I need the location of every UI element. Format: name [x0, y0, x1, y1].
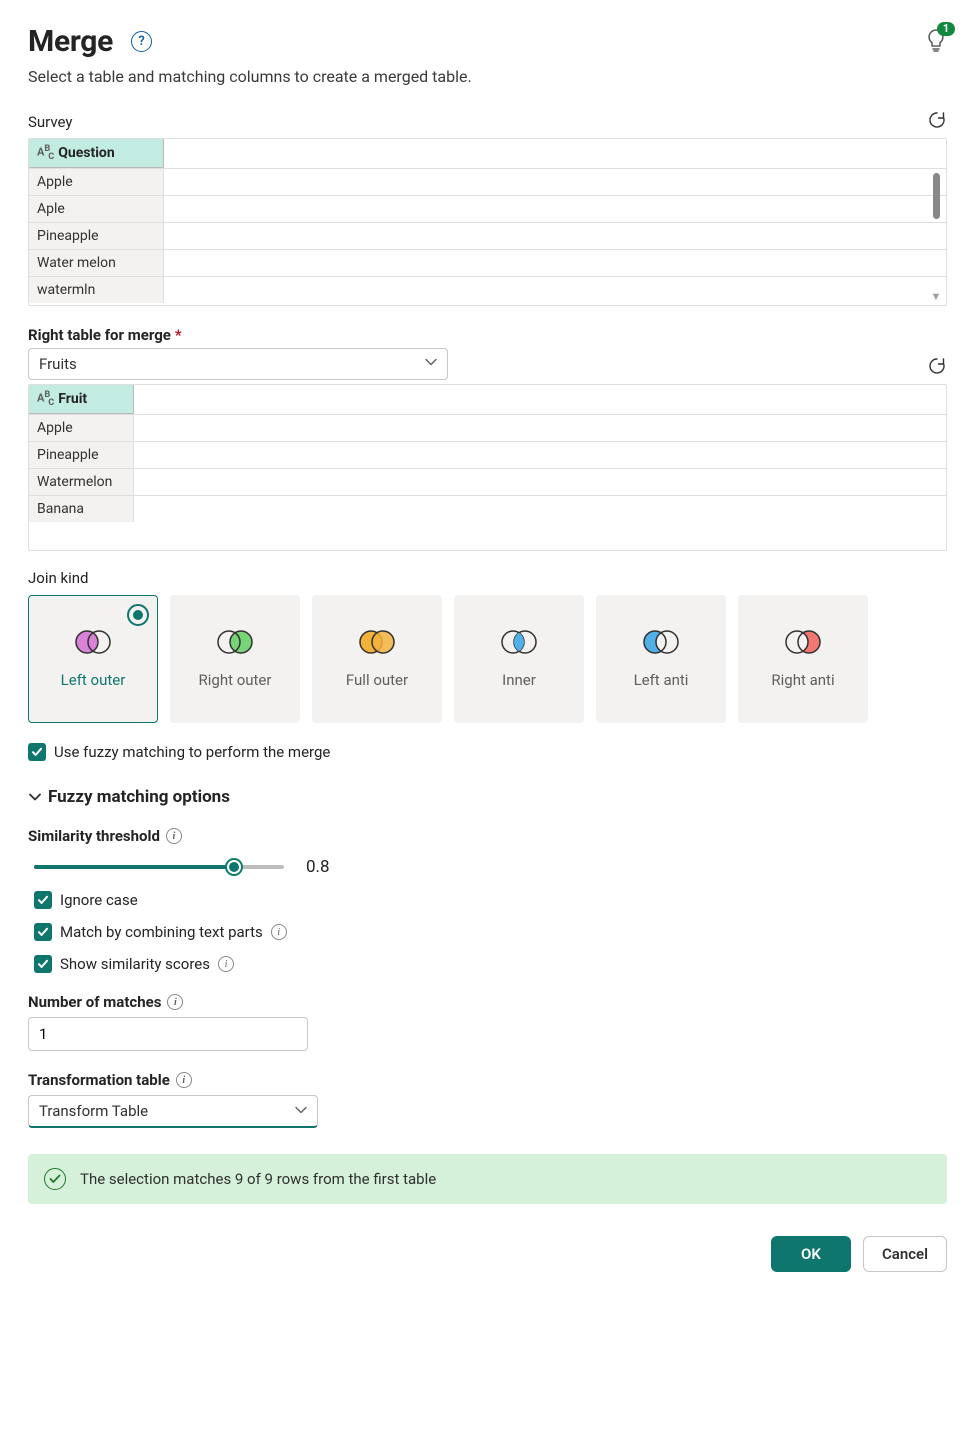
- table-row[interactable]: watermln: [29, 277, 946, 303]
- ignore-case-label: Ignore case: [60, 891, 138, 909]
- similarity-threshold-slider[interactable]: [34, 857, 284, 877]
- venn-right-outer-icon: [212, 627, 258, 657]
- table-row[interactable]: Watermelon: [29, 469, 946, 496]
- info-icon[interactable]: i: [218, 956, 234, 972]
- fuzzy-options-toggle[interactable]: Fuzzy matching options: [28, 787, 947, 807]
- show-scores-label: Show similarity scores: [60, 955, 210, 973]
- help-icon[interactable]: ?: [131, 31, 152, 52]
- table-row[interactable]: Banana: [29, 496, 946, 522]
- use-fuzzy-checkbox[interactable]: [28, 743, 46, 761]
- page-title: Merge: [28, 24, 113, 59]
- join-option-full-outer[interactable]: Full outer: [312, 595, 442, 723]
- title-row: Merge ? 1: [28, 24, 947, 59]
- similarity-threshold-label: Similarity threshold i: [28, 827, 947, 845]
- banner-text: The selection matches 9 of 9 rows from t…: [80, 1170, 436, 1188]
- num-matches-input[interactable]: [28, 1017, 308, 1051]
- right-table-column-header[interactable]: ABC Fruit: [29, 385, 134, 414]
- transformation-table-dropdown[interactable]: Transform Table: [28, 1095, 318, 1128]
- abc-type-icon: ABC: [37, 144, 54, 162]
- slider-knob[interactable]: [225, 858, 243, 876]
- venn-left-outer-icon: [70, 627, 116, 657]
- cancel-button[interactable]: Cancel: [863, 1236, 947, 1272]
- scrollbar[interactable]: ▲ ▼: [928, 169, 944, 303]
- join-option-right-anti[interactable]: Right anti: [738, 595, 868, 723]
- refresh-right-table-icon[interactable]: [927, 356, 947, 380]
- success-check-icon: [44, 1168, 66, 1190]
- similarity-threshold-value: 0.8: [306, 857, 330, 877]
- info-icon[interactable]: i: [271, 924, 287, 940]
- venn-inner-icon: [496, 627, 542, 657]
- left-table-name: Survey: [28, 113, 73, 131]
- table-row[interactable]: Water melon: [29, 250, 946, 277]
- abc-type-icon: ABC: [37, 390, 54, 408]
- transformation-table-label: Transformation table i: [28, 1071, 947, 1089]
- info-icon[interactable]: i: [176, 1072, 192, 1088]
- table-row[interactable]: Pineapple: [29, 442, 946, 469]
- page-subtitle: Select a table and matching columns to c…: [28, 67, 947, 86]
- use-fuzzy-checkbox-row: Use fuzzy matching to perform the merge: [28, 743, 947, 761]
- show-scores-checkbox[interactable]: [34, 955, 52, 973]
- radio-selected-icon: [127, 604, 149, 626]
- right-table-label: Right table for merge*: [28, 326, 947, 344]
- venn-right-anti-icon: [780, 627, 826, 657]
- table-row[interactable]: Apple: [29, 415, 946, 442]
- join-option-right-outer[interactable]: Right outer: [170, 595, 300, 723]
- join-option-left-anti[interactable]: Left anti: [596, 595, 726, 723]
- join-option-inner[interactable]: Inner: [454, 595, 584, 723]
- left-table-label-row: Survey: [28, 110, 947, 134]
- left-table-column-header[interactable]: ABC Question: [29, 139, 164, 168]
- table-row[interactable]: Aple: [29, 196, 946, 223]
- right-table-preview[interactable]: ABC Fruit Apple Pineapple Watermelon Ban…: [28, 384, 947, 551]
- scroll-down-icon[interactable]: ▼: [931, 290, 942, 303]
- join-kind-label: Join kind: [28, 569, 947, 587]
- right-table-dropdown[interactable]: Fruits: [28, 348, 448, 380]
- ok-button[interactable]: OK: [771, 1236, 851, 1272]
- venn-full-outer-icon: [354, 627, 400, 657]
- info-icon[interactable]: i: [167, 994, 183, 1010]
- refresh-left-table-icon[interactable]: [927, 110, 947, 134]
- venn-left-anti-icon: [638, 627, 684, 657]
- table-row[interactable]: Apple: [29, 169, 946, 196]
- join-kind-grid: Left outer Right outer Full outer Inne: [28, 595, 947, 723]
- table-row[interactable]: Pineapple: [29, 223, 946, 250]
- info-icon[interactable]: i: [166, 828, 182, 844]
- tips-lightbulb-icon[interactable]: 1: [925, 28, 947, 56]
- match-result-banner: The selection matches 9 of 9 rows from t…: [28, 1154, 947, 1204]
- left-table-preview[interactable]: ABC Question Apple Aple Pineapple Water …: [28, 138, 947, 306]
- use-fuzzy-label: Use fuzzy matching to perform the merge: [54, 743, 330, 761]
- ignore-case-checkbox[interactable]: [34, 891, 52, 909]
- combine-parts-label: Match by combining text parts: [60, 923, 263, 941]
- tips-count-badge: 1: [937, 22, 955, 36]
- combine-parts-checkbox[interactable]: [34, 923, 52, 941]
- scroll-thumb[interactable]: [933, 173, 940, 219]
- join-option-left-outer[interactable]: Left outer: [28, 595, 158, 723]
- chevron-down-icon: [28, 790, 42, 804]
- num-matches-label: Number of matches i: [28, 993, 947, 1011]
